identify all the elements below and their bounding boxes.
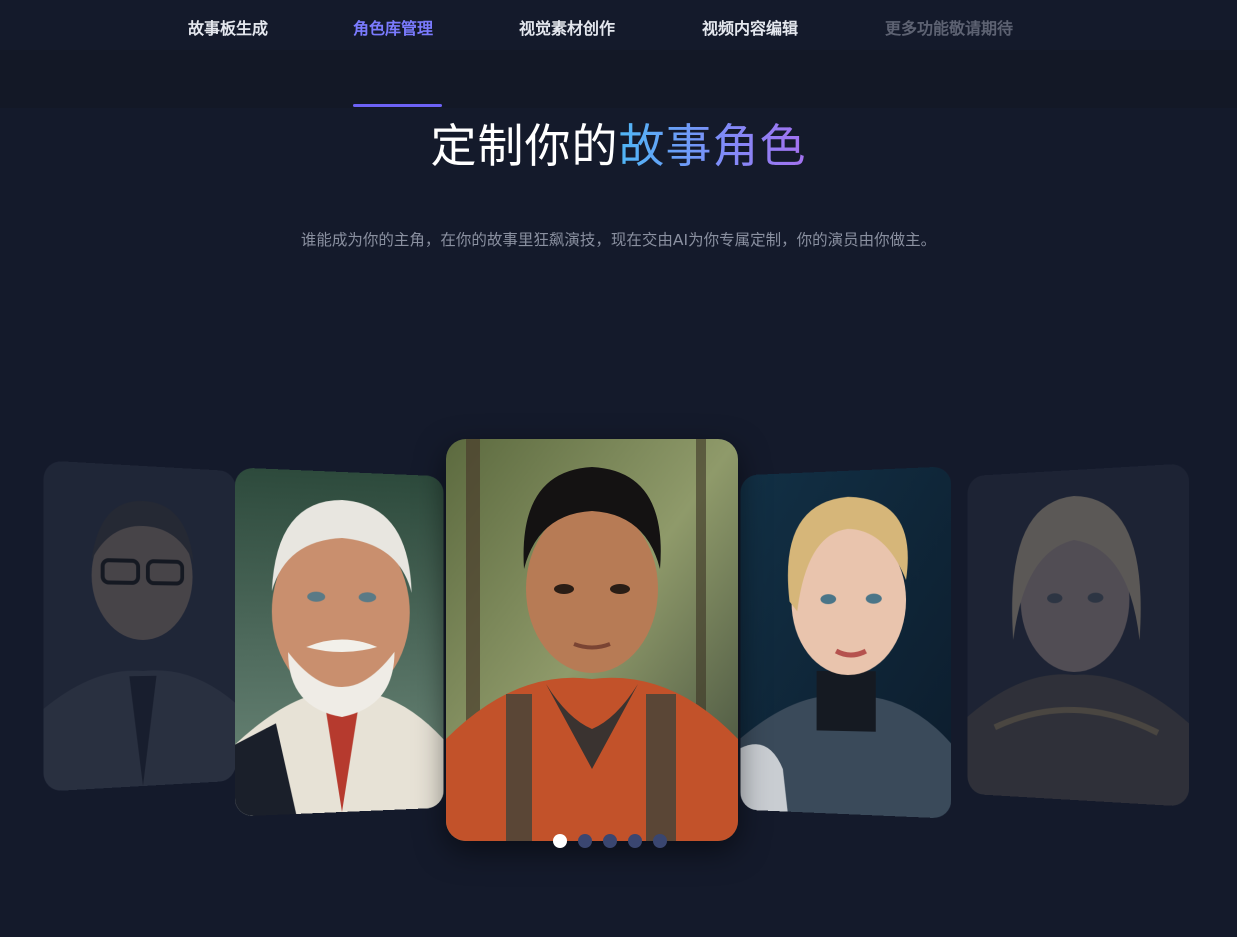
top-nav-bar <box>0 50 1237 108</box>
page-title-plain: 定制你的 <box>431 119 619 173</box>
portrait-woman-armor-icon <box>968 463 1190 807</box>
page-title: 定制你的故事角色 <box>0 114 1237 178</box>
tab-video-editing[interactable]: 视频内容编辑 <box>702 18 798 40</box>
character-card-5[interactable] <box>968 463 1190 807</box>
character-card-1[interactable] <box>44 460 236 791</box>
page-title-accent: 故事角色 <box>619 119 807 173</box>
portrait-asian-man-glasses-icon <box>44 460 236 791</box>
carousel-dot-1[interactable] <box>553 834 567 848</box>
portrait-young-man-hiker-icon <box>446 439 738 841</box>
active-tab-indicator <box>353 104 442 107</box>
page-subtitle: 谁能成为你的主角，在你的故事里狂飙演技，现在交由AI为你专属定制，你的演员由你做… <box>0 229 1237 251</box>
tab-character-library[interactable]: 角色库管理 <box>353 18 433 40</box>
character-card-2[interactable] <box>235 467 444 816</box>
character-card-4[interactable] <box>740 466 951 818</box>
portrait-blonde-woman-scifi-suit-icon <box>740 466 951 818</box>
tab-visual-assets[interactable]: 视觉素材创作 <box>519 18 615 40</box>
tab-coming-soon: 更多功能敬请期待 <box>885 18 1013 40</box>
carousel-dot-4[interactable] <box>628 834 642 848</box>
character-card-3[interactable] <box>446 439 738 841</box>
carousel-pagination <box>553 834 667 848</box>
portrait-old-man-white-beard-icon <box>235 467 444 816</box>
tab-storyboard[interactable]: 故事板生成 <box>188 18 268 40</box>
carousel-dot-3[interactable] <box>603 834 617 848</box>
carousel-dot-5[interactable] <box>653 834 667 848</box>
carousel-dot-2[interactable] <box>578 834 592 848</box>
